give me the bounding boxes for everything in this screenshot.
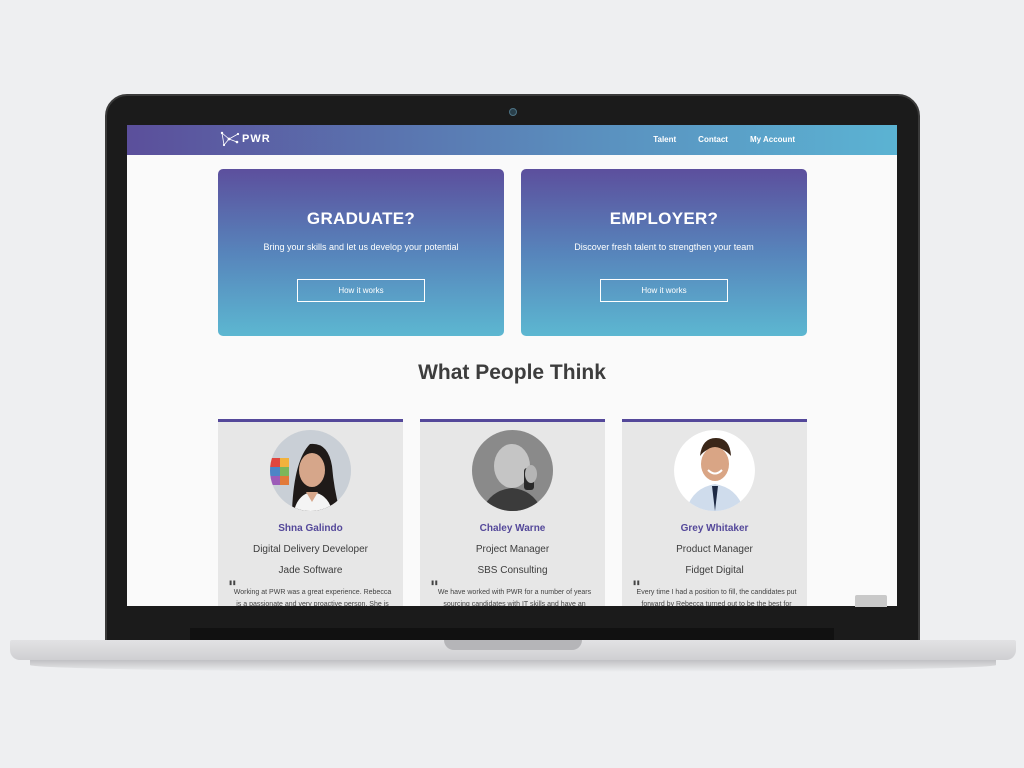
nav-link-talent[interactable]: Talent bbox=[653, 135, 676, 144]
testimonial-role: Digital Delivery Developer bbox=[252, 544, 369, 555]
scroll-to-top-button[interactable] bbox=[855, 595, 887, 607]
testimonial-name: Shna Galindo bbox=[278, 523, 343, 534]
avatar bbox=[674, 430, 755, 511]
testimonial-quote: We have worked with PWR for a number of … bbox=[437, 589, 592, 606]
testimonials: Shna Galindo Digital Delivery Developer … bbox=[218, 419, 807, 606]
testimonial-card: Chaley Warne Project Manager SBS Consult… bbox=[420, 419, 605, 606]
graduate-how-it-works-button[interactable]: How it works bbox=[297, 279, 425, 302]
laptop-shadow bbox=[30, 658, 996, 672]
nav-link-my-account[interactable]: My Account bbox=[750, 135, 795, 144]
avatar bbox=[270, 430, 351, 511]
graduate-title: GRADUATE? bbox=[306, 209, 416, 228]
employer-subtitle: Discover fresh talent to strengthen your… bbox=[574, 242, 754, 252]
testimonial-quote: Every time I had a position to fill, the… bbox=[636, 589, 797, 606]
testimonial-name: Grey Whitaker bbox=[680, 523, 749, 534]
employer-how-it-works-button[interactable]: How it works bbox=[600, 279, 728, 302]
testimonial-card: Grey Whitaker Product Manager Fidget Dig… bbox=[622, 419, 807, 606]
testimonial-card: Shna Galindo Digital Delivery Developer … bbox=[218, 419, 403, 606]
webcam-icon bbox=[509, 108, 517, 116]
nav-links: Talent Contact My Account bbox=[653, 135, 795, 144]
testimonial-name: Chaley Warne bbox=[479, 523, 546, 534]
logo-text: PWR bbox=[242, 133, 271, 145]
employer-title: EMPLOYER? bbox=[609, 209, 719, 228]
testimonial-company: SBS Consulting bbox=[477, 565, 548, 576]
top-navbar: PWR Talent Contact My Account bbox=[127, 125, 897, 155]
browser-viewport: PWR Talent Contact My Account GRADUATE? … bbox=[127, 125, 897, 606]
graduate-subtitle: Bring your skills and let us develop you… bbox=[263, 242, 459, 252]
avatar bbox=[472, 430, 553, 511]
testimonial-company: Fidget Digital bbox=[685, 565, 744, 576]
testimonial-role: Product Manager bbox=[676, 544, 753, 555]
pwr-logo[interactable]: PWR bbox=[220, 131, 271, 147]
employer-card: EMPLOYER? Discover fresh talent to stren… bbox=[521, 169, 807, 336]
testimonial-company: Jade Software bbox=[278, 565, 343, 576]
testimonial-quote: Working at PWR was a great experience. R… bbox=[233, 589, 392, 606]
laptop-notch bbox=[444, 640, 582, 650]
testimonial-role: Project Manager bbox=[475, 544, 550, 555]
hero-cards: GRADUATE? Bring your skills and let us d… bbox=[218, 169, 807, 336]
graduate-card: GRADUATE? Bring your skills and let us d… bbox=[218, 169, 504, 336]
constellation-logo-icon bbox=[220, 131, 240, 147]
section-title: What People Think bbox=[418, 361, 606, 384]
nav-link-contact[interactable]: Contact bbox=[698, 135, 728, 144]
